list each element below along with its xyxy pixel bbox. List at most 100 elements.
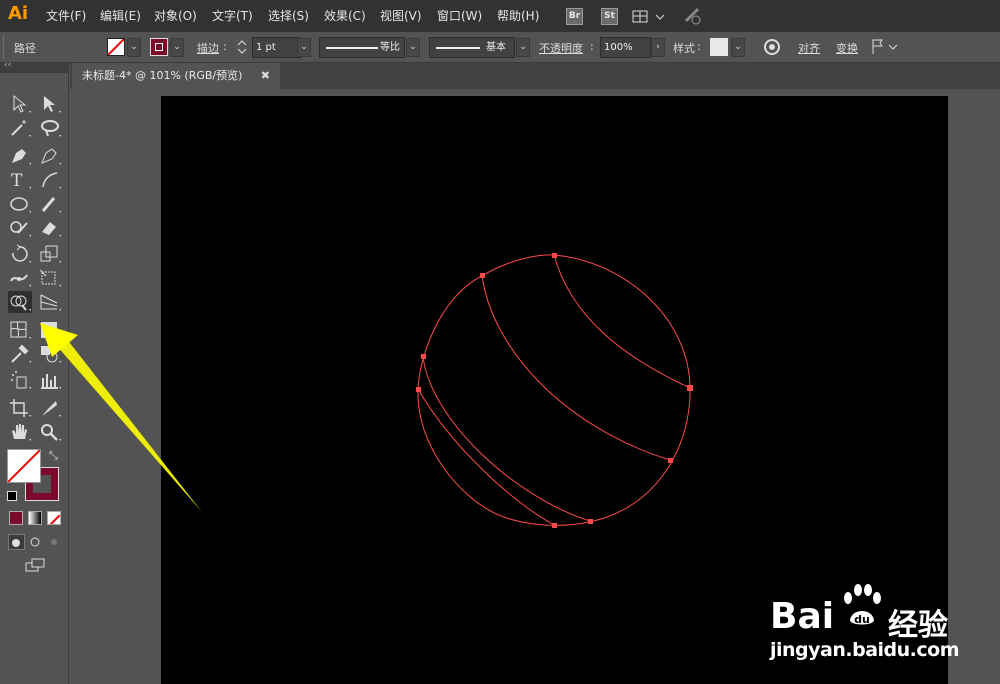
mesh-tool[interactable]	[8, 319, 32, 341]
stroke-dropdown[interactable]: ⌄	[170, 38, 184, 57]
symbol-sprayer-icon	[11, 371, 31, 389]
variable-width-profile[interactable]: 等比	[319, 37, 405, 58]
curve-c	[422, 355, 591, 522]
sphere-outline	[417, 254, 691, 526]
stock-button[interactable]: St	[601, 8, 618, 25]
brush-definition[interactable]: 基本	[429, 37, 515, 58]
align-button[interactable]: 对齐	[798, 40, 820, 56]
default-fill-stroke-icon[interactable]	[7, 491, 17, 501]
draw-normal-button[interactable]	[8, 534, 25, 550]
paw-icon: du	[844, 584, 881, 626]
stroke-weight-dropdown[interactable]: ⌄	[297, 38, 311, 57]
menu-file[interactable]: 文件(F)	[46, 7, 86, 24]
shaper-tool[interactable]	[8, 217, 32, 239]
opacity-field[interactable]: 100%	[600, 37, 651, 58]
perspective-grid-tool[interactable]	[38, 291, 62, 313]
lasso-tool[interactable]	[38, 117, 62, 139]
document-tab-bar: 未标题-4* @ 101% (RGB/预览) ✖	[70, 63, 1000, 89]
eyedropper-icon	[11, 344, 31, 363]
menu-view[interactable]: 视图(V)	[380, 7, 422, 24]
fill-box[interactable]	[7, 449, 41, 483]
anchor-point	[421, 354, 426, 359]
recolor-artwork-button[interactable]	[762, 37, 782, 57]
eraser-tool[interactable]	[38, 217, 62, 239]
color-mode-button[interactable]	[9, 511, 23, 525]
brush-dropdown[interactable]: ⌄	[516, 38, 530, 57]
none-icon	[108, 39, 124, 55]
arc-icon	[42, 172, 61, 189]
stroke-weight-field[interactable]: 1 pt	[252, 37, 301, 58]
menu-effect[interactable]: 效果(C)	[324, 7, 366, 24]
line-segment-tool[interactable]	[38, 169, 62, 191]
perspective-grid-icon	[40, 294, 61, 311]
pen-tool[interactable]	[8, 145, 32, 167]
profile-dropdown[interactable]: ⌄	[406, 38, 420, 57]
svg-text:du: du	[854, 613, 870, 626]
direct-selection-tool[interactable]	[38, 93, 62, 115]
artboard-icon	[10, 399, 31, 417]
tools-panel-header[interactable]: ‹‹	[0, 60, 68, 73]
style-dropdown[interactable]: ⌄	[731, 38, 745, 57]
anchor-point	[687, 385, 693, 391]
scale-tool[interactable]	[38, 243, 62, 265]
stroke-weight-stepper[interactable]	[235, 37, 249, 57]
watermark-url: jingyan.baidu.com	[770, 639, 960, 661]
document-tab[interactable]: 未标题-4* @ 101% (RGB/预览) ✖	[72, 63, 280, 89]
magic-wand-icon	[11, 120, 31, 137]
stroke-label[interactable]: 描边	[197, 40, 219, 56]
curvature-icon	[41, 148, 61, 165]
transform-button[interactable]: 变换	[836, 40, 858, 56]
fill-none-swatch[interactable]	[107, 38, 125, 56]
collapse-icon[interactable]: ‹‹	[4, 60, 11, 70]
graphic-style-swatch[interactable]	[710, 38, 728, 56]
draw-inside-icon	[51, 539, 57, 545]
draw-behind-button[interactable]	[28, 534, 43, 548]
magic-wand-tool[interactable]	[8, 117, 32, 139]
direct-selection-icon	[44, 96, 61, 113]
watermark-brand-left: Bai	[770, 596, 835, 637]
draw-inside-button[interactable]	[47, 534, 62, 548]
layout-icon	[632, 10, 665, 23]
pen-icon	[12, 149, 31, 165]
selection-tool[interactable]	[8, 93, 32, 115]
eyedropper-tool[interactable]	[8, 343, 32, 365]
symbol-sprayer-tool[interactable]	[8, 369, 32, 391]
menu-type[interactable]: 文字(T)	[212, 7, 253, 24]
type-tool[interactable]: T	[8, 169, 32, 191]
paintbrush-tool[interactable]	[38, 193, 62, 215]
curve-d	[417, 388, 555, 526]
menu-object[interactable]: 对象(O)	[154, 7, 197, 24]
shape-builder-tool[interactable]	[8, 291, 32, 313]
stroke-swatch[interactable]	[150, 38, 168, 56]
hand-tool[interactable]	[8, 421, 32, 443]
ellipse-tool[interactable]	[8, 193, 32, 215]
screen-mode-icon	[25, 558, 45, 572]
watermark-brand-right: 经验	[888, 608, 948, 643]
draw-behind-icon	[30, 537, 40, 547]
hand-icon	[12, 424, 31, 441]
document-tab-title: 未标题-4* @ 101% (RGB/预览)	[82, 69, 243, 82]
rotate-tool[interactable]	[8, 243, 32, 265]
none-icon	[49, 514, 60, 524]
screen-mode-button[interactable]	[24, 557, 48, 573]
anchor-point	[416, 387, 421, 392]
curvature-tool[interactable]	[38, 145, 62, 167]
menu-edit[interactable]: 编辑(E)	[100, 7, 141, 24]
anchor-point	[552, 523, 557, 528]
close-icon[interactable]: ✖	[261, 63, 270, 89]
menu-select[interactable]: 选择(S)	[268, 7, 309, 24]
gpu-icon[interactable]	[683, 6, 703, 26]
mesh-icon	[10, 321, 31, 339]
bridge-button[interactable]: Br	[566, 8, 583, 25]
fill-dropdown[interactable]: ⌄	[127, 38, 141, 57]
free-transform-tool[interactable]	[38, 267, 62, 289]
isolate-button[interactable]	[869, 38, 899, 56]
opacity-label[interactable]: 不透明度	[539, 40, 583, 56]
artboard-tool[interactable]	[8, 397, 32, 419]
workspace-switcher[interactable]	[632, 9, 666, 23]
anchor-point	[552, 253, 557, 258]
menu-window[interactable]: 窗口(W)	[437, 7, 482, 24]
opacity-dropdown[interactable]: ›	[651, 38, 665, 57]
width-tool[interactable]	[8, 267, 32, 289]
menu-help[interactable]: 帮助(H)	[497, 7, 539, 24]
